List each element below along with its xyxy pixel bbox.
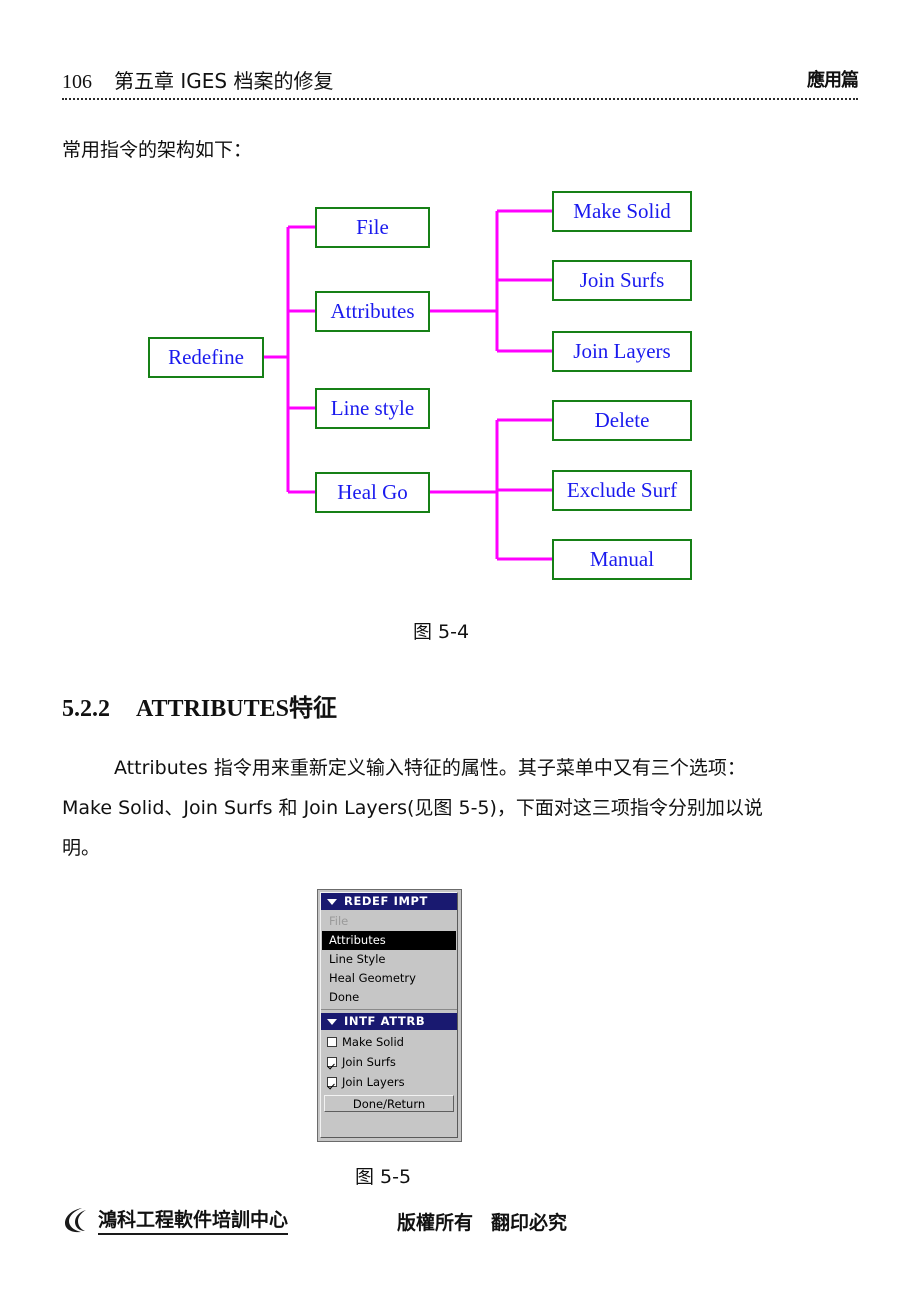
- menu-panel-1-title: REDEF IMPT: [344, 894, 428, 908]
- paragraph-line: Attributes 指令用来重新定义输入特征的属性。其子菜单中又有三个选项：: [114, 757, 746, 779]
- document-page: 106 第五章 IGES 档案的修复 應用篇 常用指令的架构如下： Redefi…: [0, 0, 920, 1302]
- flow-node-label: Join Surfs: [579, 268, 665, 292]
- page-header: 106 第五章 IGES 档案的修复 應用篇: [62, 60, 859, 102]
- flow-node-label: Make Solid: [573, 199, 671, 223]
- menu-panel-2-title: INTF ATTRB: [344, 1014, 426, 1028]
- checkbox-row-make-solid[interactable]: Make Solid: [321, 1032, 457, 1052]
- body-paragraph: Attributes 指令用来重新定义输入特征的属性。其子菜单中又有三个选项： …: [62, 748, 810, 868]
- page-number: 106: [62, 71, 92, 93]
- section-title-cn: 特征: [288, 694, 337, 722]
- flow-node-delete: Delete: [552, 400, 692, 441]
- menu-item-label: Done: [329, 990, 360, 1004]
- figure-54-caption: 图 5-4: [413, 621, 470, 643]
- chevron-down-icon: [327, 1018, 337, 1025]
- flow-node-attributes: Attributes: [315, 291, 430, 332]
- menu-panel-2-titlebar[interactable]: INTF ATTRB: [321, 1013, 457, 1030]
- flow-node-join-layers: Join Layers: [552, 331, 692, 372]
- menu-inner-frame: REDEF IMPT File Attributes Line Style He…: [320, 892, 458, 1138]
- paragraph-line: Make Solid、Join Surfs 和 Join Layers(见图 5…: [62, 797, 763, 819]
- company-logo-icon: [65, 1208, 86, 1233]
- chevron-down-icon: [327, 898, 337, 905]
- flow-node-redefine: Redefine: [148, 337, 264, 378]
- proe-menu-screenshot: REDEF IMPT File Attributes Line Style He…: [317, 889, 462, 1142]
- menu-item-done[interactable]: Done: [321, 988, 457, 1007]
- flow-node-label: Heal Go: [337, 480, 408, 504]
- menu-item-label: File: [329, 914, 349, 928]
- flow-node-line-style: Line style: [315, 388, 430, 429]
- chapter-title: 第五章 IGES 档案的修复: [114, 69, 334, 93]
- flow-node-label: Join Layers: [573, 339, 671, 363]
- flow-node-label: File: [356, 215, 389, 239]
- copyright-text-2: 翻印必究: [491, 1212, 568, 1234]
- section-label: 應用篇: [807, 70, 859, 91]
- flow-node-label: Attributes: [330, 299, 415, 323]
- flowchart-connectors: [264, 209, 552, 561]
- flow-node-label: Exclude Surf: [566, 478, 678, 502]
- flow-node-join-surfs: Join Surfs: [552, 260, 692, 301]
- menu-panel-1-list: File Attributes Line Style Heal Geometry…: [321, 910, 457, 1009]
- flow-node-file: File: [315, 207, 430, 248]
- menu-item-heal-geometry[interactable]: Heal Geometry: [321, 969, 457, 988]
- checkbox-join-layers[interactable]: [327, 1077, 337, 1087]
- section-title-en: ATTRIBUTES: [136, 696, 289, 722]
- menu-panel-2-list: Make Solid Join Surfs Join Layers Done/R…: [321, 1030, 457, 1114]
- flow-node-label: Delete: [594, 408, 650, 432]
- checkbox-join-surfs[interactable]: [327, 1057, 337, 1067]
- menu-item-attributes[interactable]: Attributes: [322, 931, 456, 950]
- paragraph-line: 明。: [62, 837, 101, 859]
- checkbox-row-join-surfs[interactable]: Join Surfs: [321, 1052, 457, 1072]
- flow-node-heal-go: Heal Go: [315, 472, 430, 513]
- section-heading: 5.2.2 ATTRIBUTES特征: [62, 688, 337, 723]
- menu-item-label: Heal Geometry: [329, 971, 416, 985]
- done-return-button[interactable]: Done/Return: [324, 1095, 454, 1112]
- footer-organization: 鴻科工程軟件培訓中心: [98, 1205, 289, 1235]
- flowchart-figure: Redefine File Attributes Line style Heal…: [0, 180, 920, 590]
- section-number: 5.2.2: [62, 696, 110, 722]
- footer-copyright: 版權所有 翻印必究: [397, 1208, 567, 1235]
- checkbox-label: Join Layers: [342, 1075, 405, 1089]
- checkbox-row-join-layers[interactable]: Join Layers: [321, 1072, 457, 1092]
- checkbox-label: Make Solid: [342, 1035, 404, 1049]
- flow-node-make-solid: Make Solid: [552, 191, 692, 232]
- copyright-text-1: 版權所有: [397, 1212, 474, 1234]
- intro-text: 常用指令的架构如下：: [62, 139, 253, 161]
- flow-node-manual: Manual: [552, 539, 692, 580]
- menu-item-file: File: [321, 912, 457, 931]
- header-rule: [62, 98, 858, 100]
- menu-panel-1-titlebar[interactable]: REDEF IMPT: [321, 893, 457, 910]
- flow-node-label: Manual: [589, 547, 655, 571]
- figure-55-caption: 图 5-5: [355, 1166, 412, 1188]
- checkbox-make-solid[interactable]: [327, 1037, 337, 1047]
- flow-node-exclude-surf: Exclude Surf: [552, 470, 692, 511]
- menu-item-label: Attributes: [329, 933, 386, 947]
- flow-node-label: Redefine: [168, 345, 244, 369]
- page-footer: 鴻科工程軟件培訓中心 版權所有 翻印必究: [62, 1205, 858, 1245]
- flow-node-label: Line style: [330, 396, 415, 420]
- menu-item-line-style[interactable]: Line Style: [321, 950, 457, 969]
- menu-item-label: Line Style: [329, 952, 386, 966]
- checkbox-label: Join Surfs: [342, 1055, 396, 1069]
